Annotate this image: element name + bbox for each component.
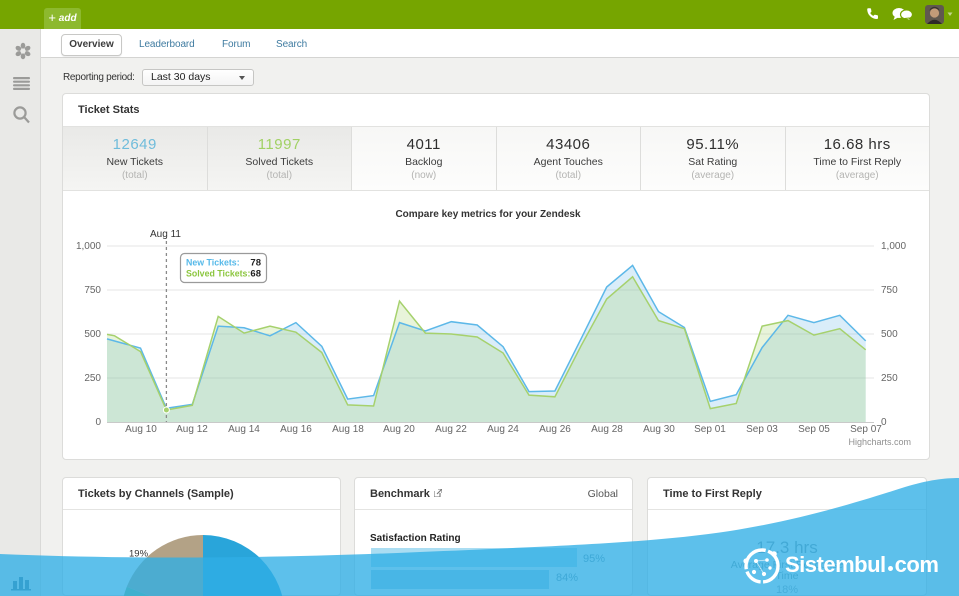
svg-text:500: 500: [881, 329, 898, 340]
svg-text:Solved Tickets:: Solved Tickets:: [186, 269, 250, 279]
svg-text:500: 500: [84, 329, 101, 340]
svg-text:1,000: 1,000: [881, 241, 906, 252]
svg-text:Sep 05: Sep 05: [798, 424, 830, 435]
svg-text:Aug 10: Aug 10: [125, 424, 157, 435]
svg-text:19%: 19%: [129, 549, 149, 560]
svg-text:Sep 07: Sep 07: [850, 424, 882, 435]
svg-text:250: 250: [881, 373, 898, 384]
svg-text:New Tickets:: New Tickets:: [186, 258, 240, 268]
svg-text:Aug 22: Aug 22: [435, 424, 467, 435]
svg-text:68: 68: [250, 269, 261, 280]
svg-text:0: 0: [881, 417, 887, 428]
svg-text:Aug 20: Aug 20: [383, 424, 415, 435]
svg-text:Aug 12: Aug 12: [176, 424, 208, 435]
svg-text:1,000: 1,000: [76, 241, 101, 252]
svg-text:Aug 30: Aug 30: [643, 424, 675, 435]
svg-text:Sep 03: Sep 03: [746, 424, 778, 435]
svg-text:Aug 18: Aug 18: [332, 424, 364, 435]
svg-text:Highcharts.com: Highcharts.com: [848, 437, 911, 447]
svg-text:Aug 26: Aug 26: [539, 424, 571, 435]
svg-text:Aug 16: Aug 16: [280, 424, 312, 435]
svg-text:Aug 24: Aug 24: [487, 424, 519, 435]
svg-text:Compare key metrics for your Z: Compare key metrics for your Zendesk: [395, 209, 581, 220]
svg-text:Aug 14: Aug 14: [228, 424, 260, 435]
svg-text:Aug 28: Aug 28: [591, 424, 623, 435]
svg-text:750: 750: [84, 285, 101, 296]
svg-text:250: 250: [84, 373, 101, 384]
svg-text:Sep 01: Sep 01: [694, 424, 726, 435]
svg-text:0: 0: [95, 417, 101, 428]
svg-text:78: 78: [250, 258, 261, 269]
svg-text:750: 750: [881, 285, 898, 296]
svg-text:Aug 11: Aug 11: [150, 229, 181, 240]
